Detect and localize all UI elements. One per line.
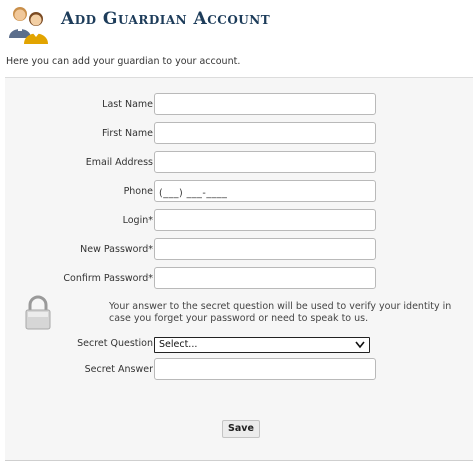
new-password-row: New Password* <box>5 238 473 262</box>
phone-row: Phone (___) ___-____ <box>5 180 473 204</box>
login-row: Login* <box>5 209 473 233</box>
save-button[interactable]: Save <box>222 420 260 438</box>
secret-question-note: Your answer to the secret question will … <box>109 301 452 324</box>
guardian-form: Last Name First Name Email Address Phone… <box>5 77 473 461</box>
phone-mask: (___) ___-____ <box>159 188 228 199</box>
first-name-row: First Name <box>5 122 473 146</box>
intro-text: Here you can add your guardian to your a… <box>6 56 241 67</box>
secret-answer-input[interactable] <box>154 358 376 380</box>
confirm-password-input[interactable] <box>154 267 376 289</box>
secret-answer-label: Secret Answer <box>84 364 153 375</box>
secret-question-label: Secret Question <box>77 338 153 349</box>
page-header: Add Guardian Account <box>0 0 473 48</box>
first-name-input[interactable] <box>154 122 376 144</box>
email-row: Email Address <box>5 151 473 175</box>
email-label: Email Address <box>85 157 153 168</box>
confirm-password-label: Confirm Password* <box>63 273 153 284</box>
last-name-input[interactable] <box>154 93 376 115</box>
last-name-label: Last Name <box>102 99 153 110</box>
secret-question-select[interactable]: Select... <box>154 337 370 353</box>
new-password-input[interactable] <box>154 238 376 260</box>
lock-icon <box>25 295 51 330</box>
email-input[interactable] <box>154 151 376 173</box>
login-label: Login* <box>122 215 153 226</box>
last-name-row: Last Name <box>5 93 473 117</box>
confirm-password-row: Confirm Password* <box>5 267 473 291</box>
chevron-down-icon <box>355 341 365 349</box>
first-name-label: First Name <box>101 128 153 139</box>
page-title: Add Guardian Account <box>61 9 271 29</box>
login-input[interactable] <box>154 209 376 231</box>
users-icon <box>9 7 48 44</box>
secret-question-value: Select... <box>159 339 198 350</box>
secret-answer-row: Secret Answer <box>5 358 473 382</box>
new-password-label: New Password* <box>80 244 153 255</box>
phone-label: Phone <box>123 186 153 197</box>
phone-input[interactable]: (___) ___-____ <box>154 180 376 202</box>
